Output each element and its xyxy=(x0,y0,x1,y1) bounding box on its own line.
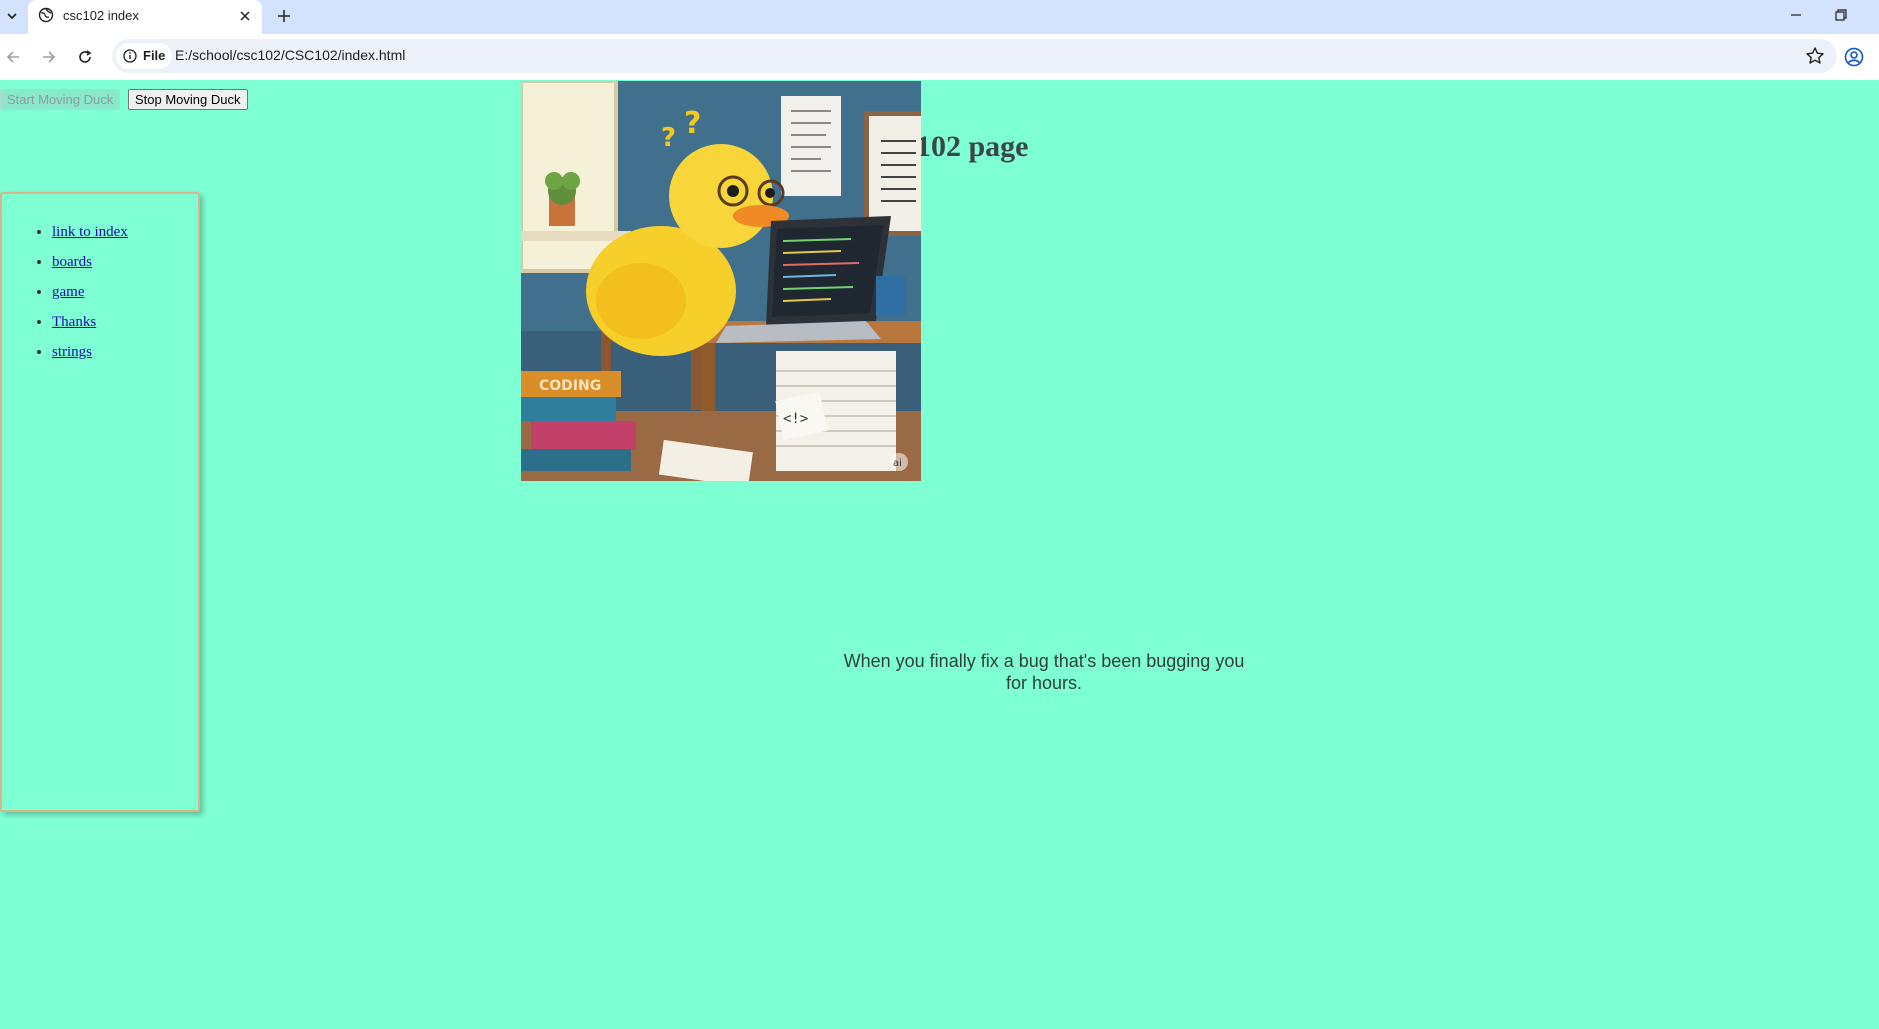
side-navigation: link to index boards game Thanks strings xyxy=(0,192,200,812)
list-item: game xyxy=(52,284,128,314)
nav-link-strings[interactable]: strings xyxy=(52,344,92,360)
minimize-window-icon[interactable] xyxy=(1781,4,1811,26)
book-label: CODING xyxy=(539,378,601,394)
reload-icon[interactable] xyxy=(74,46,96,68)
list-item: strings xyxy=(52,344,128,374)
profile-avatar-icon[interactable] xyxy=(1843,46,1865,68)
paper-note-label: <!> xyxy=(783,411,808,427)
back-arrow-icon[interactable] xyxy=(2,46,24,68)
nav-link-index[interactable]: link to index xyxy=(52,224,128,240)
start-moving-duck-button[interactable]: Start Moving Duck xyxy=(0,89,121,110)
ai-watermark: ai xyxy=(893,458,902,469)
tab-strip: csc102 index xyxy=(0,0,1879,34)
tab-title: csc102 index xyxy=(63,8,139,23)
browser-toolbar: File E:/school/csc102/CSC102/index.html xyxy=(0,34,1879,80)
nav-link-boards[interactable]: boards xyxy=(52,254,92,270)
quote-line-1: When you finally fix a bug that's been b… xyxy=(843,651,1245,671)
bug-quote: When you finally fix a bug that's been b… xyxy=(820,650,1268,694)
nav-link-game[interactable]: game xyxy=(52,284,84,300)
stop-moving-duck-button[interactable]: Stop Moving Duck xyxy=(128,89,248,110)
close-tab-icon[interactable] xyxy=(236,7,254,25)
svg-text:?: ? xyxy=(684,106,701,141)
forward-arrow-icon[interactable] xyxy=(38,46,60,68)
quote-line-2: for hours. xyxy=(1005,673,1083,693)
info-icon xyxy=(123,49,137,63)
new-tab-plus-icon[interactable] xyxy=(273,5,295,27)
page-content: Start Moving Duck Stop Moving Duck link … xyxy=(0,80,1879,1029)
tab-csc102-index[interactable]: csc102 index xyxy=(28,0,262,34)
nav-link-thanks[interactable]: Thanks xyxy=(52,314,96,330)
page-title: 102 page xyxy=(916,130,1029,163)
list-item: Thanks xyxy=(52,314,128,344)
site-chip-label: File xyxy=(143,48,166,63)
nav-list: link to index boards game Thanks strings xyxy=(32,224,128,374)
bookmark-star-icon[interactable] xyxy=(1805,46,1825,66)
list-item: link to index xyxy=(52,224,128,254)
site-info-chip[interactable]: File xyxy=(116,43,172,69)
tab-search-chevron-icon[interactable] xyxy=(2,5,22,27)
restore-window-icon[interactable] xyxy=(1826,4,1856,26)
url-text[interactable]: E:/school/csc102/CSC102/index.html xyxy=(175,47,405,63)
address-bar[interactable]: File E:/school/csc102/CSC102/index.html xyxy=(112,39,1837,73)
svg-text:?: ? xyxy=(661,123,676,153)
list-item: boards xyxy=(52,254,128,284)
globe-icon xyxy=(38,7,54,23)
duck-coding-illustration-icon: ? ? <!> CODING ai xyxy=(521,81,921,481)
